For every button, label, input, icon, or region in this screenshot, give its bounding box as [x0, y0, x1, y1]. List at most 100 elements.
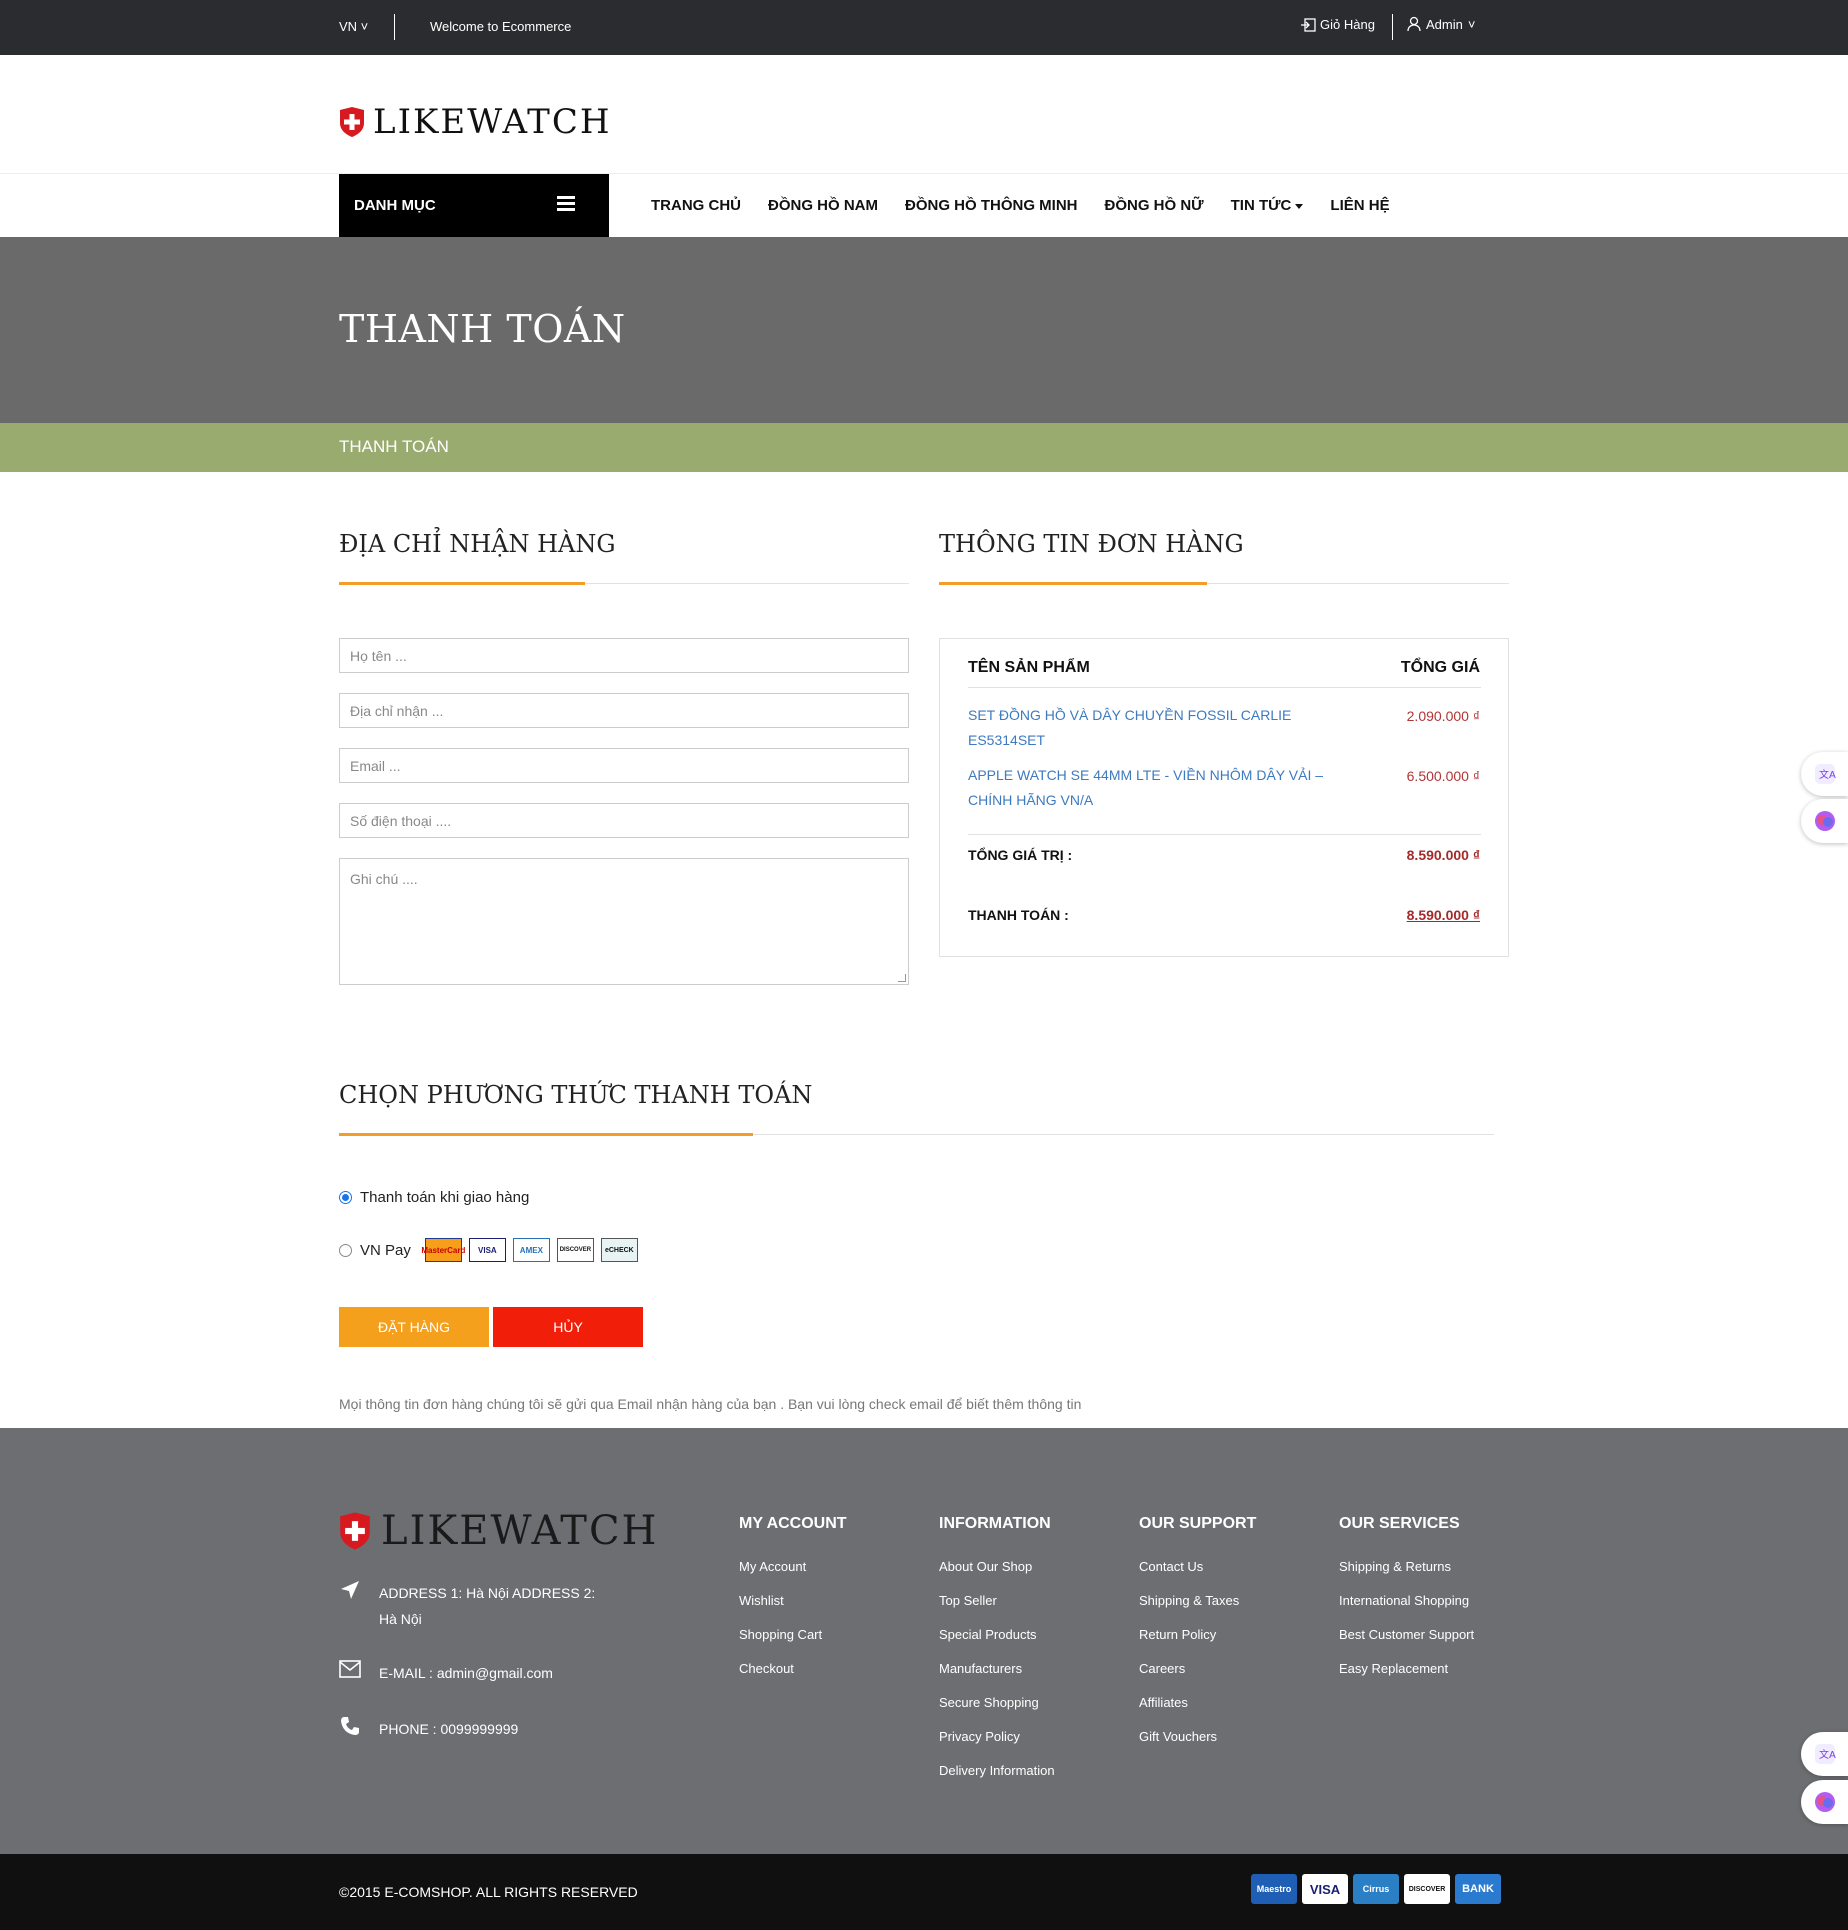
footer-link[interactable]: Secure Shopping	[939, 1695, 1055, 1710]
cod-label: Thanh toán khi giao hàng	[360, 1189, 530, 1206]
total-label: TỔNG GIÁ TRỊ :	[968, 847, 1073, 863]
echeck-logo: eCHECK	[600, 1238, 638, 1262]
place-order-button[interactable]: ĐẶT HÀNG	[339, 1307, 489, 1347]
cancel-button[interactable]: HỦY	[493, 1307, 643, 1347]
footer-column-title: OUR SUPPORT	[1139, 1515, 1257, 1532]
radio-vnpay[interactable]	[339, 1243, 352, 1257]
amex-logo: AMEX	[512, 1238, 550, 1262]
col-total-header: TỔNG GIÁ	[1400, 659, 1480, 676]
copyright: ©2015 E-COMSHOP. ALL RIGHTS RESERVED	[339, 1884, 638, 1900]
order-section-title: THÔNG TIN ĐƠN HÀNG	[939, 530, 1244, 558]
radio-cod[interactable]	[339, 1191, 352, 1204]
user-icon	[1407, 16, 1421, 32]
footer-link[interactable]: Easy Replacement	[1339, 1661, 1474, 1676]
site-logo[interactable]: LIKEWATCH	[339, 102, 612, 142]
cirrus-logo: Cirrus	[1353, 1874, 1399, 1904]
nav-item-smart-watches[interactable]: ĐỒNG HỒ THÔNG MINH	[905, 197, 1078, 214]
title-underline	[939, 582, 1207, 585]
phone-input[interactable]: Số điện thoại ....	[339, 803, 909, 838]
nav-item-news-label: TIN TỨC	[1230, 197, 1292, 214]
footer-column-title: MY ACCOUNT	[739, 1515, 847, 1532]
product-name-link[interactable]: APPLE WATCH SE 44MM LTE - VIỀN NHÔM DÂY …	[968, 763, 1328, 813]
visa-logo: VISA	[1302, 1874, 1348, 1904]
note-placeholder: Ghi chú ....	[350, 871, 418, 887]
top-bar: VN ˅ Welcome to Ecommerce Giỏ Hàng Admin…	[0, 0, 1848, 55]
footer-column-title: OUR SERVICES	[1339, 1515, 1460, 1532]
footer-column-my-account: MY ACCOUNT My Account Wishlist Shopping …	[739, 1515, 847, 1695]
footer-link[interactable]: About Our Shop	[939, 1559, 1055, 1574]
nav-item-men-watches[interactable]: ĐỒNG HỒ NAM	[768, 197, 878, 214]
brand-name: LIKEWATCH	[373, 102, 612, 142]
name-input[interactable]: Họ tên ...	[339, 638, 909, 673]
ai-assistant-button[interactable]	[1801, 799, 1848, 843]
divider	[968, 834, 1481, 835]
account-menu[interactable]: Admin ˅	[1407, 16, 1475, 32]
nav-item-contact[interactable]: LIÊN HỆ	[1330, 197, 1389, 214]
note-textarea[interactable]: Ghi chú ....	[339, 858, 909, 985]
translate-widget-button[interactable]: 文A	[1801, 1732, 1848, 1776]
email-input[interactable]: Email ...	[339, 748, 909, 783]
footer-link[interactable]: Affiliates	[1139, 1695, 1256, 1710]
footer-link[interactable]: Gift Vouchers	[1139, 1729, 1256, 1744]
ai-assistant-button[interactable]	[1801, 1780, 1848, 1824]
footer-link[interactable]: International Shopping	[1339, 1593, 1474, 1608]
footer-link[interactable]: Shopping Cart	[739, 1627, 847, 1642]
category-menu-button[interactable]: DANH MỤC	[339, 174, 609, 238]
footer-email: E-MAIL : admin@gmail.com	[339, 1660, 553, 1686]
brain-icon	[1814, 1792, 1835, 1812]
main-menu: TRANG CHỦ ĐỒNG HỒ NAM ĐỒNG HỒ THÔNG MINH…	[651, 197, 1390, 214]
cart-link[interactable]: Giỏ Hàng	[1300, 17, 1375, 32]
chevron-down-icon: ˅	[357, 19, 369, 34]
category-label: DANH MỤC	[354, 197, 436, 214]
payment-logos: Maestro VISA Cirrus DISCOVER BANK	[1251, 1874, 1501, 1904]
divider	[394, 14, 395, 40]
address-input[interactable]: Địa chỉ nhận ...	[339, 693, 909, 728]
nav-item-women-watches[interactable]: ĐỒNG HỒ NỮ	[1105, 197, 1204, 214]
cart-label: Giỏ Hàng	[1320, 17, 1375, 32]
account-label: Admin	[1426, 16, 1463, 32]
email-notice: Mọi thông tin đơn hàng chúng tôi sẽ gửi …	[339, 1396, 1082, 1412]
footer-link[interactable]: Wishlist	[739, 1593, 847, 1608]
resize-handle[interactable]	[898, 974, 906, 982]
footer-link[interactable]: Careers	[1139, 1661, 1256, 1676]
payment-section-title: CHỌN PHƯƠNG THỨC THANH TOÁN	[339, 1081, 813, 1109]
product-name-link[interactable]: SET ĐỒNG HỒ VÀ DÂY CHUYỀN FOSSIL CARLIE …	[968, 703, 1328, 753]
hamburger-icon	[557, 196, 575, 214]
payment-option-cod[interactable]: Thanh toán khi giao hàng	[339, 1189, 529, 1206]
footer-link[interactable]: Manufacturers	[939, 1661, 1055, 1676]
footer-phone: PHONE : 0099999999	[339, 1716, 518, 1742]
brain-icon	[1814, 811, 1835, 831]
translate-widget-button[interactable]: 文A	[1801, 752, 1848, 796]
footer-link[interactable]: Checkout	[739, 1661, 847, 1676]
footer-link[interactable]: Contact Us	[1139, 1559, 1256, 1574]
location-arrow-icon	[341, 1581, 359, 1599]
title-underline	[339, 582, 585, 585]
footer-link[interactable]: Shipping & Returns	[1339, 1559, 1474, 1574]
discover-logo: DISCOVER	[1404, 1874, 1450, 1904]
page-title: THANH TOÁN	[339, 307, 626, 351]
footer-link[interactable]: Top Seller	[939, 1593, 1055, 1608]
nav-item-home[interactable]: TRANG CHỦ	[651, 197, 741, 214]
language-selector[interactable]: VN ˅	[339, 19, 368, 34]
svg-text:文A: 文A	[1819, 1748, 1836, 1761]
swiss-shield-icon	[340, 1512, 370, 1550]
discover-logo: DISCOVER	[556, 1238, 594, 1262]
footer-link[interactable]: My Account	[739, 1559, 847, 1574]
footer-link[interactable]: Special Products	[939, 1627, 1055, 1642]
nav-item-news[interactable]: TIN TỨC	[1231, 197, 1304, 214]
phone-icon	[341, 1717, 359, 1735]
payment-option-vnpay[interactable]: VN Pay MasterCard VISA AMEX DISCOVER eCH…	[339, 1238, 638, 1262]
footer-link[interactable]: Shipping & Taxes	[1139, 1593, 1256, 1608]
visa-logo: VISA	[468, 1238, 506, 1262]
footer-link[interactable]: Privacy Policy	[939, 1729, 1055, 1744]
footer-logo[interactable]: LIKEWATCH	[339, 1508, 658, 1554]
footer-link[interactable]: Return Policy	[1139, 1627, 1256, 1642]
address-section-title: ĐỊA CHỈ NHẬN HÀNG	[339, 530, 616, 558]
language-label: VN	[339, 19, 358, 34]
footer-link[interactable]: Delivery Information	[939, 1763, 1055, 1778]
total-value: 8.590.000 ₫	[1406, 847, 1480, 863]
footer-column-title: INFORMATION	[939, 1515, 1051, 1532]
footer-column-support: OUR SUPPORT Contact Us Shipping & Taxes …	[1139, 1515, 1256, 1763]
footer-link[interactable]: Best Customer Support	[1339, 1627, 1474, 1642]
footer-address: ADDRESS 1: Hà Nội ADDRESS 2: Hà Nội	[339, 1580, 599, 1632]
